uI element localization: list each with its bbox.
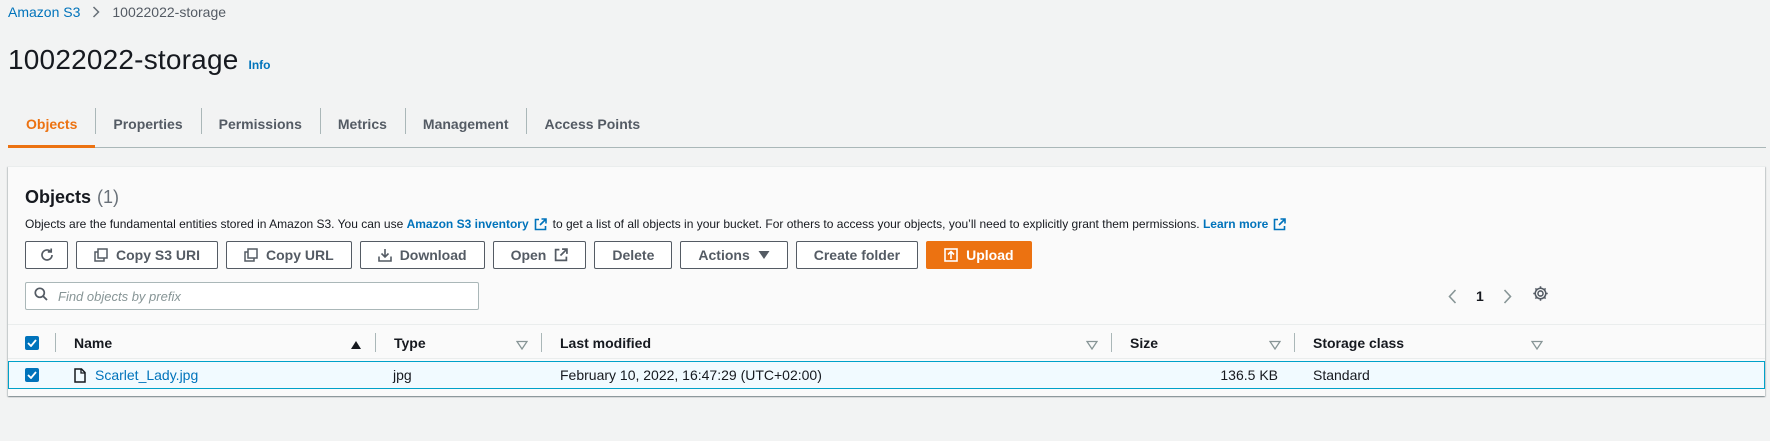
tab-metrics[interactable]: Metrics [319, 100, 405, 147]
create-folder-button[interactable]: Create folder [795, 241, 919, 269]
objects-toolbar: Copy S3 URI Copy URL Download Open Delet… [25, 241, 1032, 269]
s3-inventory-link[interactable]: Amazon S3 inventory [407, 217, 529, 231]
column-name-label: Name [74, 334, 113, 351]
copy-icon [94, 248, 108, 262]
open-label: Open [510, 247, 547, 263]
delete-button[interactable]: Delete [594, 241, 673, 269]
chevron-right-icon [92, 6, 100, 18]
settings-button[interactable] [1526, 282, 1554, 310]
sort-icon[interactable] [1085, 337, 1099, 353]
pagination: 1 [1440, 282, 1520, 310]
objects-panel: Objects (1) Objects are the fundamental … [8, 166, 1765, 396]
object-name-link[interactable]: Scarlet_Lady.jpg [95, 367, 198, 383]
download-icon [377, 248, 392, 262]
breadcrumb-current: 10022022-storage [112, 4, 227, 20]
external-link-icon [534, 217, 547, 231]
download-label: Download [399, 247, 467, 263]
upload-label: Upload [966, 247, 1014, 263]
objects-table: Name Type Last modified Size Storage cla… [8, 324, 1765, 389]
description-text-1: Objects are the fundamental entities sto… [25, 217, 404, 231]
actions-label: Actions [698, 247, 750, 263]
tab-properties[interactable]: Properties [95, 100, 200, 147]
file-icon [74, 367, 86, 383]
column-header-name[interactable]: Name [55, 325, 376, 360]
gear-icon [1532, 285, 1549, 307]
copy-icon [244, 248, 258, 262]
table-row[interactable]: Scarlet_Lady.jpg jpg February 10, 2022, … [8, 361, 1765, 389]
tab-management[interactable]: Management [404, 100, 527, 147]
page-title: 10022022-storage [8, 44, 239, 75]
search-input[interactable] [56, 287, 456, 305]
breadcrumb-amazon-s3-link[interactable]: Amazon S3 [8, 4, 80, 20]
create-folder-label: Create folder [813, 247, 901, 263]
table-header: Name Type Last modified Size Storage cla… [8, 324, 1765, 359]
actions-dropdown-button[interactable]: Actions [680, 241, 788, 269]
external-link-icon [554, 248, 569, 262]
download-button[interactable]: Download [359, 241, 485, 269]
column-storage-class-label: Storage class [1313, 334, 1405, 351]
column-header-storage-class[interactable]: Storage class [1294, 325, 1557, 360]
page-header: 10022022-storage Info [8, 44, 271, 76]
column-header-last-modified[interactable]: Last modified [541, 325, 1112, 360]
row-name-cell: Scarlet_Lady.jpg [74, 362, 198, 388]
copy-s3-uri-label: Copy S3 URI [116, 247, 201, 263]
row-last-modified-cell: February 10, 2022, 16:47:29 (UTC+02:00) [560, 367, 822, 383]
tab-objects[interactable]: Objects [8, 100, 96, 148]
column-header-type[interactable]: Type [375, 325, 542, 360]
delete-label: Delete [612, 247, 655, 263]
learn-more-link[interactable]: Learn more [1203, 217, 1268, 231]
objects-header: Objects (1) [25, 187, 119, 208]
upload-icon [944, 248, 958, 262]
search-icon [34, 286, 48, 306]
tab-permissions[interactable]: Permissions [200, 100, 320, 147]
objects-count: (1) [97, 187, 120, 207]
column-last-modified-label: Last modified [560, 334, 652, 351]
sort-icon[interactable] [1268, 337, 1282, 353]
bucket-tabs: Objects Properties Permissions Metrics M… [8, 100, 1766, 148]
upload-button[interactable]: Upload [926, 241, 1032, 269]
find-objects-search[interactable] [25, 282, 479, 310]
column-header-size[interactable]: Size [1111, 325, 1295, 360]
copy-s3-uri-button[interactable]: Copy S3 URI [76, 241, 219, 269]
refresh-icon [39, 247, 55, 263]
copy-url-label: Copy URL [266, 247, 334, 263]
description-text-2: to get a list of all objects in your buc… [552, 217, 1200, 231]
column-size-label: Size [1130, 334, 1159, 351]
page-number[interactable]: 1 [1476, 288, 1484, 304]
refresh-button[interactable] [25, 241, 68, 269]
sort-ascending-icon[interactable] [350, 337, 362, 353]
copy-url-button[interactable]: Copy URL [226, 241, 352, 269]
caret-down-icon [758, 250, 770, 260]
row-size-cell: 136.5 KB [1220, 367, 1278, 383]
external-link-icon [1273, 217, 1287, 231]
sort-icon[interactable] [1530, 337, 1544, 353]
objects-description: Objects are the fundamental entities sto… [25, 217, 1292, 231]
row-storage-class-cell: Standard [1313, 367, 1370, 383]
tab-access-points[interactable]: Access Points [526, 100, 658, 147]
info-link[interactable]: Info [249, 58, 271, 72]
breadcrumb: Amazon S3 10022022-storage [8, 4, 226, 20]
previous-page-button[interactable] [1440, 284, 1464, 308]
objects-title: Objects [25, 187, 92, 207]
sort-icon[interactable] [515, 337, 529, 353]
select-all-cell [25, 325, 55, 360]
select-all-checkbox[interactable] [25, 335, 39, 350]
open-button[interactable]: Open [492, 241, 587, 269]
next-page-button[interactable] [1496, 284, 1520, 308]
row-type-cell: jpg [393, 367, 412, 383]
column-type-label: Type [394, 334, 426, 351]
row-select-cell [25, 362, 39, 388]
row-checkbox[interactable] [25, 368, 39, 382]
